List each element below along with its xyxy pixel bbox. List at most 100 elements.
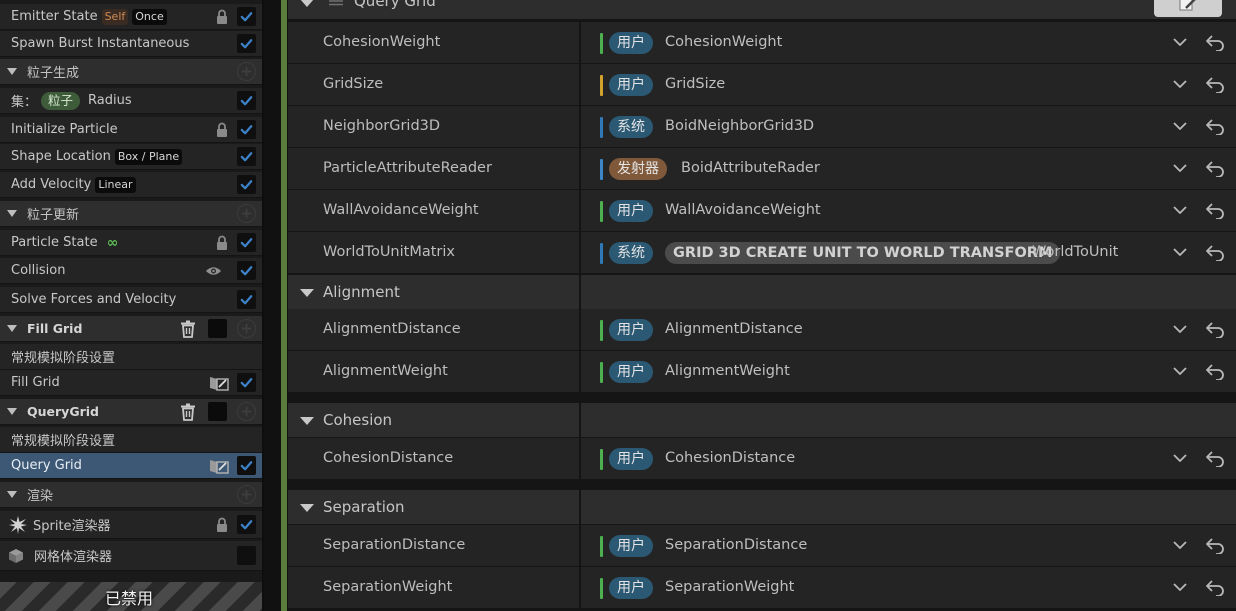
enable-checkbox[interactable]	[237, 290, 256, 309]
enable-checkbox[interactable]	[237, 175, 256, 194]
param-value[interactable]: SeparationDistance	[665, 537, 807, 553]
chevron-down-icon[interactable]	[1172, 452, 1188, 464]
enable-checkbox[interactable]	[237, 91, 256, 110]
enable-checkbox[interactable]	[237, 373, 256, 392]
module-collision[interactable]: Collision	[0, 258, 262, 284]
param-value[interactable]: BoidAttributeRader	[681, 160, 820, 176]
add-module-button[interactable]	[237, 319, 256, 338]
drag-handle-icon[interactable]	[329, 0, 343, 6]
fill-grid-settings[interactable]: 常规模拟阶段设置	[0, 344, 262, 370]
chevron-down-icon[interactable]	[1172, 365, 1188, 377]
enable-checkbox[interactable]	[237, 456, 256, 475]
column-divider[interactable]	[579, 232, 581, 273]
enable-checkbox[interactable]	[237, 261, 256, 280]
param-value[interactable]: CohesionDistance	[665, 450, 795, 466]
module-initialize-particle[interactable]: Initialize Particle	[0, 117, 262, 143]
module-query-grid[interactable]: Query Grid	[0, 453, 262, 479]
param-value[interactable]: CohesionWeight	[665, 34, 782, 50]
collapse-triangle-icon[interactable]	[300, 289, 314, 297]
param-value[interactable]: BoidNeighborGrid3D	[665, 118, 814, 134]
chevron-down-icon[interactable]	[1172, 36, 1188, 48]
param-row[interactable]: AlignmentDistance 用户 AlignmentDistance	[288, 309, 1236, 350]
column-divider[interactable]	[579, 148, 581, 189]
reset-to-default-icon[interactable]	[1205, 450, 1225, 467]
param-value[interactable]: WallAvoidanceWeight	[665, 202, 821, 218]
stage-color-swatch[interactable]	[208, 319, 227, 338]
reset-to-default-icon[interactable]	[1205, 118, 1225, 135]
collapse-triangle-icon[interactable]	[7, 491, 17, 498]
param-row[interactable]: CohesionDistance 用户 CohesionDistance	[288, 438, 1236, 479]
column-divider[interactable]	[579, 190, 581, 231]
chevron-down-icon[interactable]	[1172, 539, 1188, 551]
column-divider[interactable]	[579, 490, 581, 524]
enable-checkbox[interactable]	[237, 120, 256, 139]
param-row[interactable]: GridSize 用户 GridSize	[288, 64, 1236, 105]
collapse-triangle-icon[interactable]	[300, 417, 314, 425]
column-divider[interactable]	[579, 309, 581, 350]
chevron-down-icon[interactable]	[1172, 323, 1188, 335]
enable-checkbox[interactable]	[237, 34, 256, 53]
collapse-triangle-icon[interactable]	[300, 504, 314, 512]
param-value[interactable]: WorldToUnit	[1032, 244, 1118, 260]
group-render[interactable]: 渲染	[0, 482, 262, 508]
group-query-grid[interactable]: QueryGrid	[0, 399, 262, 425]
param-row[interactable]: SeparationWeight 用户 SeparationWeight	[288, 567, 1236, 608]
param-row[interactable]: SeparationDistance 用户 SeparationDistance	[288, 525, 1236, 566]
param-row[interactable]: WorldToUnitMatrix 系统 GRID 3D CREATE UNIT…	[288, 232, 1236, 273]
param-row[interactable]: ParticleAttributeReader 发射器 BoidAttribut…	[288, 148, 1236, 189]
enable-checkbox[interactable]	[237, 7, 256, 26]
enable-checkbox[interactable]	[237, 147, 256, 166]
group-particle-spawn[interactable]: 粒子生成	[0, 59, 262, 85]
edit-script-button[interactable]	[1154, 0, 1222, 17]
param-value[interactable]: GridSize	[665, 76, 725, 92]
param-row[interactable]: WallAvoidanceWeight 用户 WallAvoidanceWeig…	[288, 190, 1236, 231]
reset-to-default-icon[interactable]	[1205, 76, 1225, 93]
chevron-down-icon[interactable]	[1172, 581, 1188, 593]
column-divider[interactable]	[579, 351, 581, 392]
reset-to-default-icon[interactable]	[1205, 244, 1225, 261]
module-set-radius[interactable]: 集： 粒子 Radius	[0, 88, 262, 114]
group-particle-update[interactable]: 粒子更新	[0, 201, 262, 227]
enable-checkbox[interactable]	[237, 233, 256, 252]
param-row[interactable]: AlignmentWeight 用户 AlignmentWeight	[288, 351, 1236, 392]
module-add-velocity[interactable]: Add Velocity Linear	[0, 172, 262, 198]
section-header-alignment[interactable]: Alignment	[288, 275, 1236, 309]
column-divider[interactable]	[579, 64, 581, 105]
trash-icon[interactable]	[180, 403, 196, 421]
module-fill-grid[interactable]: Fill Grid	[0, 370, 262, 396]
column-divider[interactable]	[579, 275, 581, 309]
section-header-query-grid[interactable]: Query Grid	[288, 0, 1236, 19]
chevron-down-icon[interactable]	[1172, 78, 1188, 90]
chevron-down-icon[interactable]	[1172, 204, 1188, 216]
trash-icon[interactable]	[180, 320, 196, 338]
column-divider[interactable]	[579, 403, 581, 437]
module-emitter-state[interactable]: Emitter State Self Once	[0, 4, 262, 30]
chevron-down-icon[interactable]	[1172, 246, 1188, 258]
reset-to-default-icon[interactable]	[1205, 579, 1225, 596]
enable-checkbox[interactable]	[237, 515, 256, 534]
reset-to-default-icon[interactable]	[1205, 160, 1225, 177]
collapse-triangle-icon[interactable]	[7, 68, 17, 75]
section-header-separation[interactable]: Separation	[288, 490, 1236, 524]
group-fill-grid[interactable]: Fill Grid	[0, 316, 262, 342]
module-particle-state[interactable]: Particle State ∞	[0, 230, 262, 256]
column-divider[interactable]	[579, 525, 581, 566]
collapse-triangle-icon[interactable]	[7, 408, 17, 415]
column-divider[interactable]	[579, 106, 581, 147]
module-spawn-burst[interactable]: Spawn Burst Instantaneous	[0, 31, 262, 57]
section-header-cohesion[interactable]: Cohesion	[288, 403, 1236, 437]
module-shape-location[interactable]: Shape Location Box / Plane	[0, 144, 262, 170]
chevron-down-icon[interactable]	[1172, 120, 1188, 132]
renderer-mesh[interactable]: 网格体渲染器	[0, 541, 262, 571]
reset-to-default-icon[interactable]	[1205, 202, 1225, 219]
module-solve-forces[interactable]: Solve Forces and Velocity	[0, 287, 262, 313]
add-module-button[interactable]	[237, 402, 256, 421]
reset-to-default-icon[interactable]	[1205, 34, 1225, 51]
param-value[interactable]: AlignmentWeight	[665, 363, 790, 379]
reset-to-default-icon[interactable]	[1205, 363, 1225, 380]
reset-to-default-icon[interactable]	[1205, 537, 1225, 554]
enable-checkbox-unchecked[interactable]	[237, 546, 256, 565]
add-module-button[interactable]	[237, 204, 256, 223]
dynamic-input-function-pill[interactable]: GRID 3D CREATE UNIT TO WORLD TRANSFORM	[665, 242, 1061, 264]
add-renderer-button[interactable]	[237, 485, 256, 504]
